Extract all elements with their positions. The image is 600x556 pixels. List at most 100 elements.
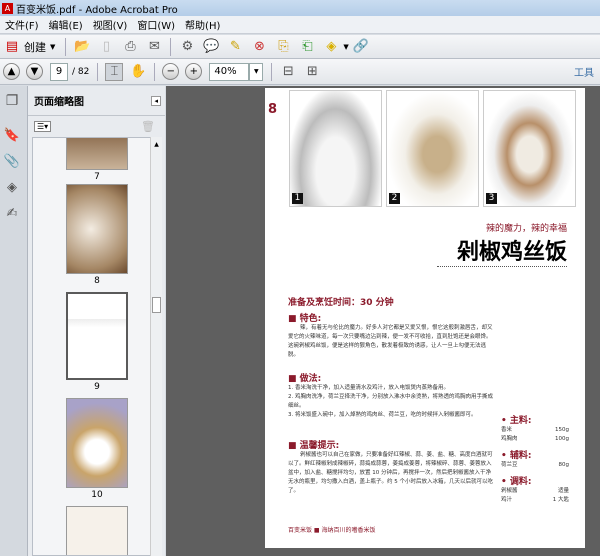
zoom-level-input[interactable]: 40%	[209, 62, 250, 81]
secure-document-icon[interactable]: ⊗	[250, 38, 268, 56]
tips-section: ■ 温馨提示: 剁椒酱也可以自己在家做，只要准备好红辣椒、蒜、姜、盐、糖、高度白…	[288, 441, 493, 494]
method-step: 2. 鸡胸肉洗净，荷兰豆择洗干净，分别放入沸水中余烫熟，将熟透的鸡胸肉用手撕成细…	[288, 394, 493, 409]
footer-chapter-title: 海纳百川的嗜香米饭	[321, 527, 376, 534]
settings-gear-icon[interactable]: ⚙	[178, 38, 196, 56]
page-total: / 82	[72, 66, 90, 77]
open-folder-icon[interactable]: 📂	[73, 38, 91, 56]
page-footer: 百变米饭 ■ 海纳百川的嗜香米饭	[288, 527, 376, 534]
fit-page-icon[interactable]: ⊞	[303, 63, 321, 81]
tips-text: 剁椒酱也可以自己在家做，只要准备好红辣椒、蒜、姜、盐、糖、高度白酒就可以了。鲜红…	[288, 452, 493, 494]
select-cursor-icon[interactable]: ⌶	[105, 62, 124, 81]
tools-button[interactable]: 工具	[574, 64, 594, 79]
menu-bar: 文件(F) 编辑(E) 视图(V) 窗口(W) 帮助(H)	[0, 16, 600, 34]
tips-heading: 温馨提示:	[299, 441, 340, 451]
step-photo-3: 3	[483, 90, 576, 207]
thumbnails-scrollbar[interactable]: ▲	[150, 137, 162, 556]
scroll-up-icon[interactable]: ▲	[151, 141, 162, 148]
photo-label: 1	[292, 193, 303, 204]
signatures-icon[interactable]: ✍	[3, 204, 21, 222]
navigation-toolbar: ▲ ▼ 9 / 82 ⌶ ✋ − + 40% ▼ ⊟ ⊞ 工具	[0, 59, 600, 85]
title-divider	[437, 266, 567, 267]
email-icon[interactable]: ✉	[145, 38, 163, 56]
attachment-paperclip-icon[interactable]: 📎	[3, 152, 21, 170]
previous-page-icon[interactable]: ▲	[3, 63, 20, 80]
thumbnail-page-10[interactable]: 10	[66, 398, 128, 500]
cooking-time: 准备及烹饪时间：30 分钟	[288, 298, 394, 308]
save-icon[interactable]: ▯	[97, 38, 115, 56]
security-shield-icon[interactable]: ◈	[322, 38, 340, 56]
page-thumbnails-icon[interactable]: ❐	[3, 92, 21, 110]
menu-edit[interactable]: 编辑(E)	[44, 17, 88, 32]
menu-help[interactable]: 帮助(H)	[180, 17, 225, 32]
main-toolbar: ▤ 创建 ▼ 📂 ▯ ⎙ ✉ ⚙ 💬 ✎ ⊗ ⎘ ⎗ ◈ ▼ 🔗	[0, 35, 600, 59]
ingredient-heading: 主料:	[509, 416, 532, 426]
thumbnail-label: 7	[94, 172, 100, 182]
footer-book-title: 百变米饭	[288, 527, 313, 534]
acrobat-logo-icon: A	[2, 2, 13, 14]
menu-file[interactable]: 文件(F)	[0, 17, 44, 32]
feature-heading: 特色:	[299, 314, 322, 324]
chevron-down-icon[interactable]: ▼	[343, 43, 348, 51]
photo-label: 2	[389, 193, 400, 204]
thumbnail-label: 9	[94, 382, 100, 392]
chevron-down-icon[interactable]: ▼	[50, 43, 55, 51]
ingredient-amount: 适量	[557, 488, 569, 494]
fit-width-icon[interactable]: ⊟	[279, 63, 297, 81]
ingredient-amount: 150g	[555, 427, 569, 433]
create-icon: ▤	[5, 39, 19, 54]
thumbnail-image	[66, 138, 128, 170]
panel-subtoolbar: ☰▾ 🗑	[28, 116, 165, 136]
thumbnail-page-11[interactable]	[66, 506, 128, 555]
menu-window[interactable]: 窗口(W)	[132, 17, 180, 32]
export-document-icon[interactable]: ⎘	[274, 38, 292, 56]
layers-icon[interactable]: ◈	[3, 178, 21, 196]
thumbnail-image	[66, 184, 128, 274]
zoom-dropdown-chevron-icon[interactable]: ▼	[249, 62, 264, 81]
method-heading: 做法:	[299, 374, 322, 384]
navigation-icon-strip: ❐ 🔖 📎 ◈ ✍	[0, 86, 28, 556]
thumbnail-label: 8	[94, 276, 100, 286]
panel-header: 页面缩略图 ◂	[28, 86, 165, 116]
delete-trash-icon[interactable]: 🗑	[141, 120, 155, 133]
bookmark-icon[interactable]: 🔖	[3, 126, 21, 144]
ingredient-name: 香米	[501, 427, 513, 433]
window-title: 百变米饭.pdf - Adobe Acrobat Pro	[16, 4, 178, 16]
photo-label: 3	[486, 193, 497, 204]
next-page-icon[interactable]: ▼	[26, 63, 43, 80]
thumbnail-image	[66, 398, 128, 488]
create-button[interactable]: 创建	[24, 39, 46, 55]
thumbnail-image	[66, 292, 128, 380]
menu-view[interactable]: 视图(V)	[88, 17, 133, 32]
feature-section: ■ 特色: 辣，有着无与伦比的魔力。好多人对它都是又爱又恨，恨它这般刺激唇舌，却…	[288, 314, 493, 358]
feature-text: 辣，有着无与伦比的魔力。好多人对它都是又爱又恨，恨它这般刺激唇舌，却又爱它的火辣…	[288, 325, 493, 358]
page-number-input[interactable]: 9	[50, 62, 68, 81]
zoom-in-icon[interactable]: +	[185, 63, 203, 80]
ingredient-amount: 80g	[558, 462, 570, 468]
review-document-icon[interactable]: ⎗	[298, 38, 316, 56]
thumbnail-page-7[interactable]: 7	[66, 138, 128, 182]
pdf-page: 8 1 2 3 辣的魔力，辣的幸福 剁椒鸡丝饭 准备及烹饪时间：30 分钟 ■ …	[265, 88, 585, 548]
options-menu-icon[interactable]: ☰▾	[34, 120, 52, 132]
print-icon[interactable]: ⎙	[121, 38, 139, 56]
collapse-panel-icon[interactable]: ◂	[151, 95, 161, 106]
zoom-out-icon[interactable]: −	[162, 63, 180, 80]
thumbnail-page-9-selected[interactable]: 9	[66, 292, 128, 392]
title-bar: A 百变米饭.pdf - Adobe Acrobat Pro	[0, 0, 600, 16]
hand-tool-icon[interactable]: ✋	[129, 63, 147, 81]
thumbnail-page-8[interactable]: 8	[66, 184, 128, 286]
ingredient-amount: 1 大匙	[552, 497, 569, 503]
method-step: 3. 将米饭盛入碗中，加入焯熟的鸡肉丝、荷兰豆，吃的时候拌入剁椒酱即可。	[288, 412, 477, 418]
ingredient-amount: 100g	[555, 436, 569, 442]
step-photo-1: 1	[289, 90, 382, 207]
thumbnail-image	[66, 506, 128, 555]
link-chain-icon[interactable]: 🔗	[352, 38, 370, 56]
step-photo-2: 2	[386, 90, 479, 207]
recipe-subtitle: 辣的魔力，辣的幸福	[485, 224, 567, 234]
page-number: 8	[268, 102, 278, 117]
ingredient-name: 鸡胸肉	[501, 436, 518, 442]
ingredient-name: 剁椒酱	[501, 488, 518, 494]
scrollbar-thumb[interactable]	[152, 297, 161, 313]
sign-edit-icon[interactable]: ✎	[226, 38, 244, 56]
comment-icon[interactable]: 💬	[202, 38, 220, 56]
panel-title: 页面缩略图	[34, 97, 84, 108]
